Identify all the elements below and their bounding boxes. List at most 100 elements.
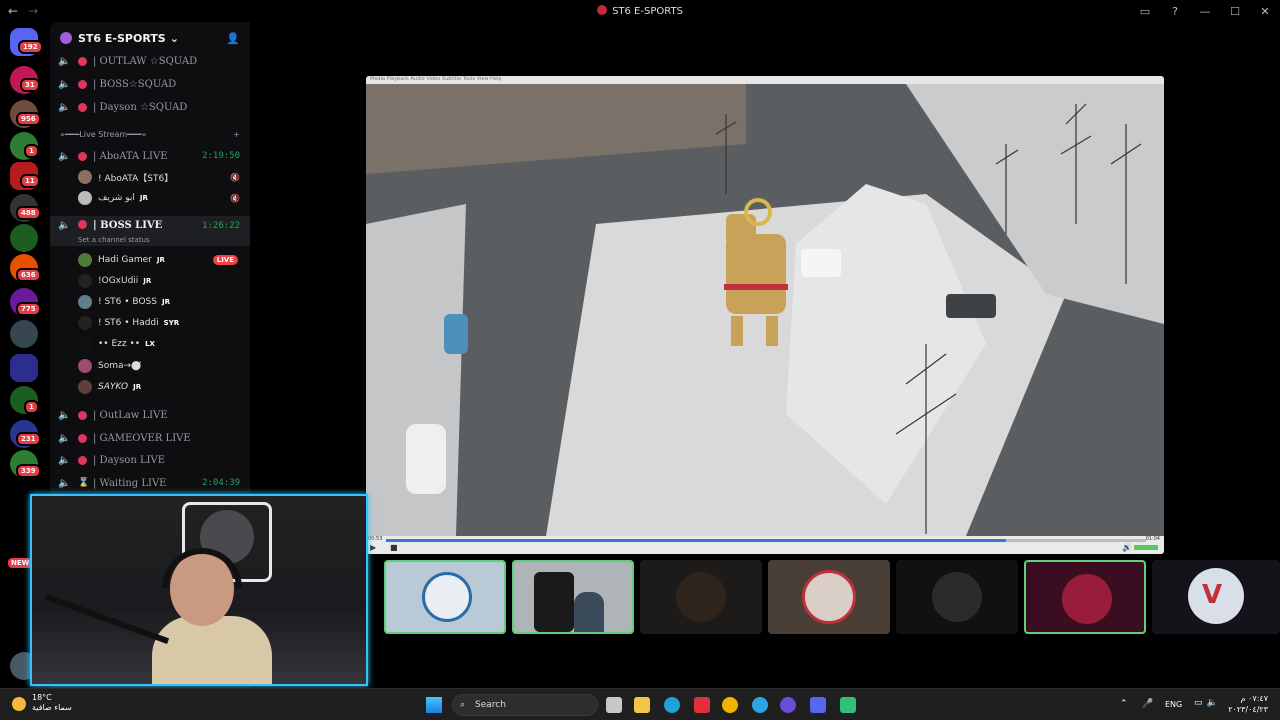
avatar: [1062, 574, 1112, 624]
home-badge: 192: [18, 40, 43, 54]
seek-fill: [386, 539, 1006, 542]
channel-name: | GAMEOVER LIVE: [93, 432, 191, 444]
server-icon-9[interactable]: [10, 320, 38, 348]
server-badge-9: 231: [16, 432, 41, 446]
channel-status[interactable]: Set a channel status: [78, 236, 150, 244]
minimize-button[interactable]: —: [1190, 5, 1220, 18]
chevron-down-icon[interactable]: ⌄: [170, 32, 179, 45]
stop-icon[interactable]: ■: [390, 543, 398, 552]
participant-tile[interactable]: V: [1152, 560, 1280, 634]
chrome-icon[interactable]: [722, 697, 738, 713]
live-badge[interactable]: LIVE: [212, 255, 238, 265]
volume-slider[interactable]: [1134, 545, 1158, 550]
file-explorer-icon[interactable]: [634, 697, 650, 713]
voice-user[interactable]: ! ST6 • Haddi SYR: [78, 313, 250, 333]
speaker-icon: 🔈: [58, 477, 71, 489]
voice-channel[interactable]: 🔈 | GAMEOVER LIVE: [50, 427, 250, 449]
voice-user[interactable]: •• Ezz •• LX: [78, 334, 250, 354]
search-icon: ⌕: [460, 700, 466, 710]
speaker-icon: 🔈: [58, 150, 71, 162]
participant-tile[interactable]: [896, 560, 1018, 634]
participant-tile[interactable]: [1024, 560, 1146, 634]
app-icon[interactable]: [694, 697, 710, 713]
discord-icon[interactable]: [810, 697, 826, 713]
volume-icon[interactable]: ▭🔈: [1194, 698, 1222, 708]
seek-bar[interactable]: [386, 539, 1146, 542]
search-box[interactable]: ⌕ Search: [452, 694, 598, 716]
stream-video[interactable]: Media Playback Audio Video Subtitle Tool…: [366, 76, 1164, 554]
participant-tile[interactable]: [768, 560, 890, 634]
voice-channel[interactable]: 🔈 ⌛ | Waiting LIVE 2:04:39: [50, 472, 250, 494]
language-indicator[interactable]: ENG: [1165, 700, 1182, 709]
participant-tile[interactable]: [512, 560, 634, 634]
start-icon[interactable]: [426, 697, 442, 713]
server-badge-10: 339: [16, 464, 41, 478]
streamer-webcam: [30, 494, 368, 686]
clock-time: ٠٧:٤٧ م: [1240, 694, 1268, 703]
channel-name: | OutLaw LIVE: [93, 409, 168, 421]
status-dot: [78, 56, 87, 66]
add-channel-icon[interactable]: +: [233, 130, 240, 139]
user-name: •• Ezz ••: [98, 339, 141, 349]
voice-user[interactable]: ! ST6 • BOSS JR: [78, 292, 250, 312]
maximize-button[interactable]: ☐: [1220, 5, 1250, 18]
add-member-icon[interactable]: 👤: [226, 32, 240, 45]
speaker-icon: 🔈: [58, 432, 71, 444]
voice-user[interactable]: ابو شريف JR 🔇: [78, 188, 250, 208]
status-dot: [78, 433, 87, 443]
voice-user[interactable]: Hadi Gamer JR LIVE: [78, 250, 250, 270]
clock[interactable]: ٠٧:٤٧ م ٢٠٢٣/٠٤/٢٣: [1228, 693, 1268, 715]
server-icon-6[interactable]: [10, 224, 38, 252]
voice-channel[interactable]: 🔈 | Dayson ☆SQUAD: [50, 96, 250, 118]
voice-channel[interactable]: 🔈 | Dayson LIVE: [50, 449, 250, 471]
voice-channel[interactable]: 🔈 | OUTLAW ☆SQUAD: [50, 50, 250, 72]
telegram-icon[interactable]: [752, 697, 768, 713]
camera-feed: [574, 592, 604, 632]
user-name: Soma→⬤⃗: [98, 361, 142, 371]
role-tag: LX: [145, 340, 155, 348]
channel-name: | BOSS☆SQUAD: [93, 78, 177, 90]
channel-timer: 1:26:22: [202, 221, 240, 231]
voice-channel[interactable]: 🔈 | AboATA LIVE 2:19:50: [50, 145, 250, 167]
voice-user[interactable]: SAYKO JR: [78, 377, 250, 397]
channel-name: | Waiting LIVE: [93, 477, 167, 489]
voice-channel[interactable]: 🔈 | BOSS☆SQUAD: [50, 73, 250, 95]
participant-tile[interactable]: [384, 560, 506, 634]
tray-icons[interactable]: ⌃ 🎤: [1120, 699, 1160, 709]
avatar: [78, 191, 92, 205]
voice-channel[interactable]: 🔈 | OutLaw LIVE: [50, 404, 250, 426]
deafened-icon: 🔇: [230, 172, 240, 182]
role-tag: SYR: [163, 319, 180, 327]
voice-user[interactable]: ! AboATA【ST6】 🔇: [78, 167, 250, 187]
volume-icon[interactable]: 🔊: [1122, 543, 1132, 552]
channel-timer: 2:04:39: [202, 478, 240, 488]
role-tag: JR: [161, 298, 170, 306]
weather-widget[interactable]: 18°C سماء صافية: [12, 693, 72, 713]
task-view-icon[interactable]: [606, 697, 622, 713]
role-tag: JR: [143, 277, 152, 285]
hourglass-icon: ⌛: [78, 478, 90, 488]
avatar: [78, 295, 92, 309]
window-title: ST6 E-SPORTS: [0, 5, 1280, 17]
status-dot: [78, 102, 87, 112]
participant-tile[interactable]: [640, 560, 762, 634]
role-tag: JR: [139, 194, 148, 202]
weather-text: سماء صافية: [32, 703, 72, 712]
edge-icon[interactable]: [664, 697, 680, 713]
server-badge-4: 11: [20, 174, 40, 188]
avatar: [78, 253, 92, 267]
channel-name: | Dayson LIVE: [93, 454, 166, 466]
status-dot: [78, 79, 87, 89]
voice-user[interactable]: !OGxUdii JR: [78, 271, 250, 291]
app-icon[interactable]: [840, 697, 856, 713]
close-button[interactable]: ✕: [1250, 5, 1280, 18]
inbox-icon[interactable]: ▭: [1130, 5, 1160, 18]
category-header[interactable]: «━━━Live Stream━━━» +: [60, 130, 240, 139]
play-icon[interactable]: ▶: [370, 543, 376, 552]
app-icon[interactable]: [780, 697, 796, 713]
help-icon[interactable]: ?: [1160, 5, 1190, 18]
voice-user[interactable]: Soma→⬤⃗: [78, 356, 250, 376]
server-badge-7: 775: [16, 302, 41, 316]
folder-icon[interactable]: [10, 354, 38, 382]
user-name: ! ST6 • Haddi: [98, 318, 159, 328]
